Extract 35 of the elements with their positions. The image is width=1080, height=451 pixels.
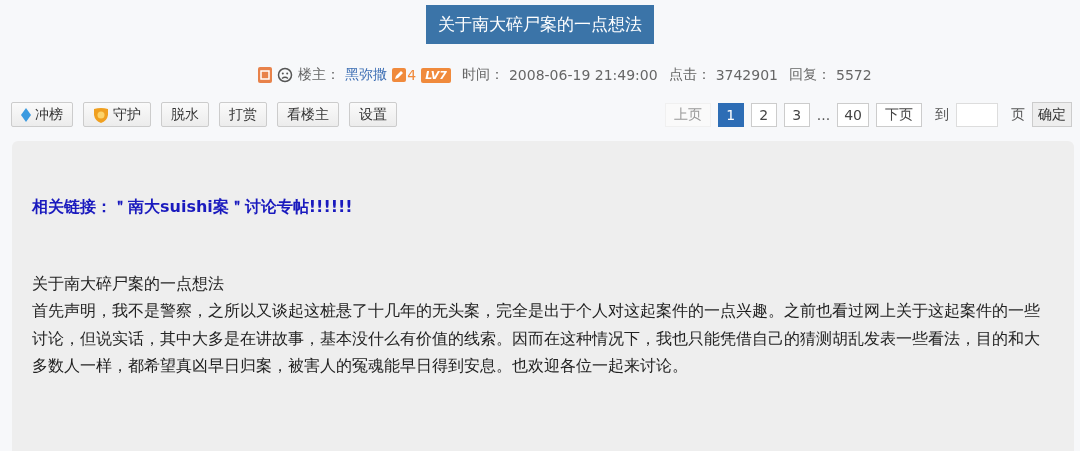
- action-button[interactable]: 脱水: [161, 102, 209, 127]
- related-link[interactable]: 相关链接：＂南大suishi案＂讨论专帖!!!!!!: [32, 197, 1054, 218]
- page-ellipsis: ...: [816, 106, 831, 123]
- page-button[interactable]: 40: [837, 102, 869, 127]
- page-button[interactable]: 3: [783, 102, 810, 127]
- diamond-icon: [21, 107, 31, 122]
- goto-label: 到: [935, 105, 949, 124]
- page-button[interactable]: 1: [717, 102, 744, 127]
- pencil-icon: [392, 68, 407, 82]
- action-button[interactable]: 看楼主: [277, 102, 339, 127]
- author-label: 楼主：: [298, 66, 341, 84]
- post-heading: 关于南大碎尸案的一点想法: [32, 273, 225, 295]
- replies-label: 回复：: [789, 66, 831, 84]
- view-count: 3742901: [715, 67, 778, 83]
- post-title: 关于南大碎尸案的一点想法: [426, 5, 654, 44]
- page-label: 页: [1011, 105, 1025, 124]
- reply-count: 5572: [836, 67, 872, 83]
- post-count: 4: [407, 67, 417, 83]
- action-button[interactable]: 打赏: [219, 102, 267, 127]
- sad-face-icon: [277, 67, 294, 83]
- page-button[interactable]: 2: [750, 102, 777, 127]
- next-page-button[interactable]: 下页: [876, 102, 922, 127]
- post-time: 2008-06-19 21:49:00: [508, 67, 658, 83]
- page-input-field[interactable]: [956, 102, 998, 127]
- level-badge: LV7: [421, 67, 451, 83]
- time-label: 时间：: [461, 66, 504, 84]
- shield-icon: [93, 106, 109, 123]
- views-label: 点击：: [668, 66, 711, 84]
- action-button[interactable]: 冲榜: [11, 102, 73, 127]
- action-button[interactable]: 守护: [83, 102, 151, 127]
- confirm-button[interactable]: 确定: [1032, 102, 1072, 127]
- action-button[interactable]: 设置: [349, 102, 397, 127]
- post-body: 首先声明，我不是警察，之所以又谈起这桩悬了十几年的无头案，完全是出于个人对这起案件的一点兴趣。之前也看过网上关于这起案件的一些讨论，但说实话，其中大多是在讲故事，基本没什么有价值的线索。因而在这种情况下，我也只能凭借自己的猜测胡乱发表一些看法，目的和大多数人一样，都希望真凶早日归案，被害人的冤魂能早日得到安息。也欢迎各位一起来讨论。: [32, 300, 1041, 377]
- author-link[interactable]: 黑弥撒: [345, 66, 388, 84]
- badge-icon: [258, 67, 273, 83]
